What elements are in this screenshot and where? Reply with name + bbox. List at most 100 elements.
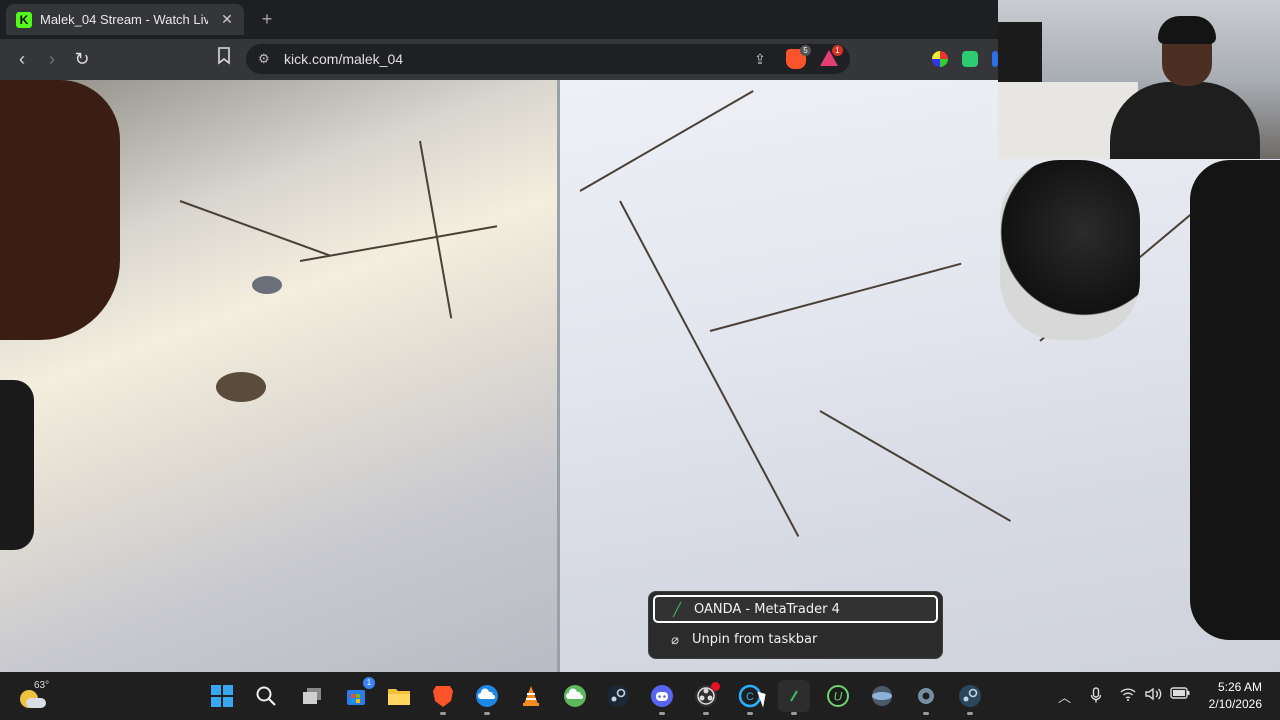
site-settings-icon[interactable]: ⚙ bbox=[258, 50, 276, 68]
twig bbox=[299, 225, 498, 262]
color-extension-icon[interactable] bbox=[932, 51, 948, 67]
menu-item-label: Unpin from taskbar bbox=[692, 632, 818, 647]
new-tab-button[interactable]: + bbox=[256, 8, 278, 30]
steam-alt-button[interactable] bbox=[954, 680, 986, 715]
twig bbox=[819, 410, 1012, 522]
clock-date: 2/10/2026 bbox=[1208, 697, 1262, 711]
running-indicator bbox=[703, 712, 709, 715]
streamer-hair bbox=[1158, 16, 1216, 44]
video-left-pane bbox=[0, 80, 558, 672]
address-bar[interactable]: ⚙ kick.com/malek_04 ⇪ 5 1 bbox=[246, 44, 850, 74]
browser-tab-active[interactable]: K Malek_04 Stream - Watch Live on ✕ bbox=[6, 4, 244, 35]
running-indicator bbox=[659, 712, 665, 715]
svg-text:U: U bbox=[834, 690, 843, 704]
obs-button[interactable] bbox=[690, 680, 722, 715]
microsoft-store-button[interactable]: 1 bbox=[340, 677, 375, 712]
task-view-icon bbox=[303, 688, 321, 704]
brave-icon bbox=[433, 686, 453, 707]
twig bbox=[709, 262, 962, 332]
vlc-cone-icon bbox=[523, 686, 539, 706]
globe-app-button[interactable] bbox=[866, 680, 898, 712]
battery-icon[interactable] bbox=[1170, 687, 1190, 702]
pebble bbox=[252, 276, 282, 294]
weather-widget[interactable]: 63° bbox=[18, 680, 54, 712]
windows-taskbar: 63° 1 C U ︿ 5:26 AM 2/10/2026 bbox=[0, 672, 1280, 720]
running-indicator bbox=[747, 712, 753, 715]
running-indicator bbox=[791, 712, 797, 715]
store-icon bbox=[347, 690, 365, 705]
clock-time: 5:26 AM bbox=[1217, 680, 1262, 694]
bookmark-icon[interactable] bbox=[212, 47, 236, 71]
volume-icon[interactable] bbox=[1145, 687, 1163, 704]
folder-icon bbox=[388, 689, 410, 705]
stream-video[interactable] bbox=[0, 80, 1280, 672]
menu-item-label: OANDA - MetaTrader 4 bbox=[694, 602, 840, 617]
twig bbox=[419, 140, 453, 319]
streamer bbox=[1110, 16, 1260, 159]
start-button[interactable] bbox=[206, 680, 238, 712]
menu-item-metatrader[interactable]: ╱ OANDA - MetaTrader 4 bbox=[653, 595, 938, 623]
twig bbox=[579, 90, 754, 192]
steam-button[interactable] bbox=[602, 680, 634, 712]
snow-boot bbox=[1000, 160, 1140, 340]
metatrader-taskbar-icon bbox=[790, 690, 798, 702]
green-cloud-app-button[interactable] bbox=[559, 680, 591, 712]
u-app-icon: U bbox=[827, 685, 849, 707]
weather-temperature: 63° bbox=[34, 680, 50, 691]
running-indicator bbox=[484, 712, 490, 715]
cloud-icon bbox=[26, 698, 46, 708]
running-indicator bbox=[967, 712, 973, 715]
check-extension-icon[interactable] bbox=[962, 51, 978, 67]
webcam-overlay bbox=[998, 0, 1280, 159]
streamer-body bbox=[1110, 82, 1260, 159]
metatrader-icon: ╱ bbox=[673, 602, 681, 617]
windows-logo-icon bbox=[211, 685, 233, 707]
cloud-app-icon bbox=[476, 685, 498, 707]
video-right-pane bbox=[560, 80, 1280, 672]
unpin-icon: ⌀ bbox=[671, 632, 679, 647]
search-button[interactable] bbox=[250, 680, 282, 712]
running-indicator bbox=[440, 712, 446, 715]
shields-count-badge: 5 bbox=[800, 45, 811, 56]
settings-button[interactable] bbox=[910, 680, 942, 715]
tab-close-icon[interactable]: ✕ bbox=[218, 10, 236, 28]
metatrader-button[interactable] bbox=[778, 680, 810, 715]
task-view-button[interactable] bbox=[296, 680, 328, 712]
gear-icon bbox=[918, 688, 934, 704]
share-icon[interactable]: ⇪ bbox=[750, 49, 770, 69]
discord-icon bbox=[651, 685, 673, 707]
dark-fur-shape bbox=[0, 80, 120, 340]
menu-item-unpin[interactable]: ⌀ Unpin from taskbar bbox=[653, 627, 938, 655]
back-button[interactable]: ‹ bbox=[10, 47, 34, 71]
bookmark-glyph-icon bbox=[218, 47, 230, 65]
kick-favicon-icon: K bbox=[16, 11, 32, 28]
reload-button[interactable]: ↻ bbox=[70, 47, 94, 71]
u-app-button[interactable]: U bbox=[822, 680, 854, 712]
dark-leg-shape bbox=[0, 380, 34, 550]
dark-leg bbox=[1190, 160, 1280, 640]
wifi-icon[interactable] bbox=[1120, 687, 1136, 704]
twig bbox=[179, 200, 331, 257]
steam-icon bbox=[959, 685, 981, 707]
search-icon bbox=[256, 686, 276, 706]
cloud-app-button[interactable] bbox=[471, 680, 503, 715]
system-clock[interactable]: 5:26 AM 2/10/2026 bbox=[1209, 679, 1262, 713]
microphone-icon[interactable] bbox=[1090, 687, 1102, 706]
file-explorer-button[interactable] bbox=[383, 680, 415, 712]
rock bbox=[216, 372, 266, 402]
rewards-badge: 1 bbox=[832, 45, 843, 56]
forward-button[interactable]: › bbox=[40, 47, 64, 71]
taskbar-jump-list: ╱ OANDA - MetaTrader 4 ⌀ Unpin from task… bbox=[648, 591, 943, 659]
running-indicator bbox=[923, 712, 929, 715]
twig bbox=[619, 200, 800, 537]
discord-button[interactable] bbox=[646, 680, 678, 715]
url-text[interactable]: kick.com/malek_04 bbox=[284, 51, 403, 67]
vlc-button[interactable] bbox=[515, 680, 547, 712]
globe-icon bbox=[872, 686, 892, 706]
store-notification-badge: 1 bbox=[363, 677, 375, 689]
brave-browser-button[interactable] bbox=[427, 680, 459, 715]
recording-badge bbox=[711, 682, 720, 691]
steam-icon bbox=[607, 685, 629, 707]
green-cloud-icon bbox=[564, 685, 586, 707]
show-hidden-icons-chevron-icon[interactable]: ︿ bbox=[1058, 687, 1071, 706]
